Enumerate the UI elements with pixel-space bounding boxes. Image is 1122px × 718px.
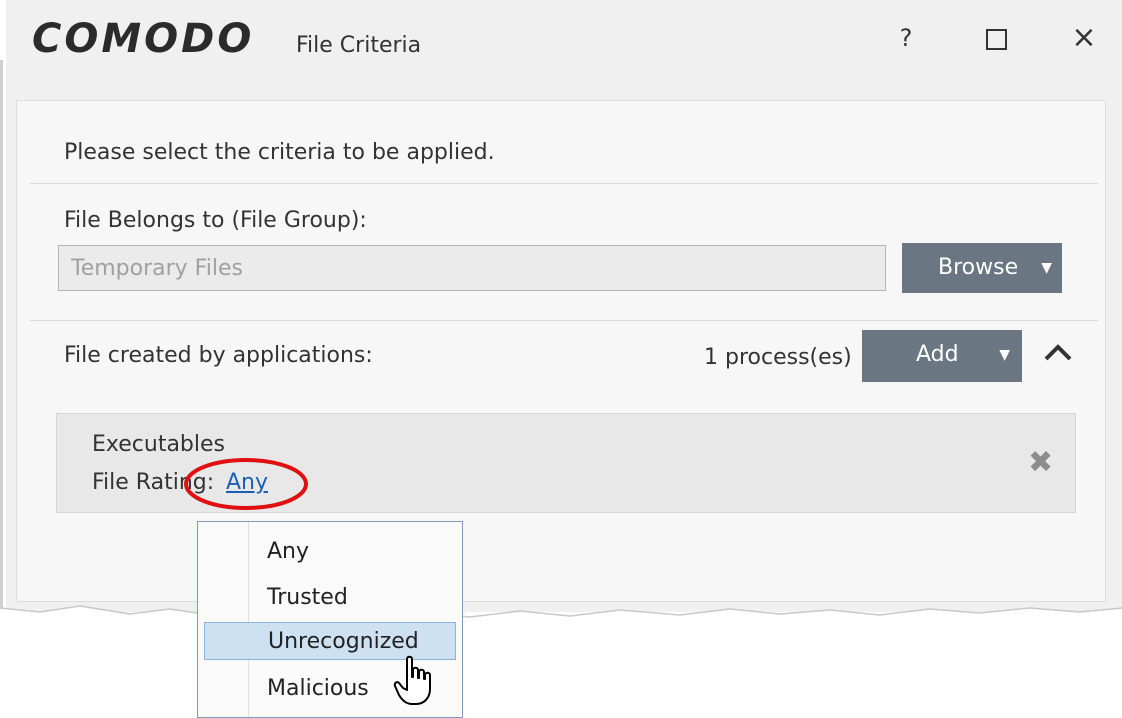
help-button[interactable]: ?	[886, 18, 926, 58]
intro-text: Please select the criteria to be applied…	[64, 140, 495, 165]
dropdown-caret-icon: ▼	[1041, 260, 1052, 276]
add-label: Add	[916, 342, 959, 367]
file-group-label: File Belongs to (File Group):	[64, 208, 367, 233]
dropdown-caret-icon: ▼	[999, 347, 1010, 363]
maximize-icon	[985, 29, 1007, 50]
close-icon: ×	[1071, 20, 1097, 55]
file-rating-link[interactable]: Any	[226, 470, 268, 495]
title-bar: COMODO File Criteria ? ×	[6, 0, 1122, 90]
application-entry	[56, 413, 1076, 513]
menu-item-trusted[interactable]: Trusted	[204, 579, 456, 617]
chevron-up-icon[interactable]	[1040, 335, 1076, 371]
application-name: Executables	[92, 432, 225, 457]
dialog-title: File Criteria	[296, 33, 422, 58]
hand-cursor-icon	[393, 655, 431, 705]
file-group-field[interactable]	[58, 245, 886, 291]
menu-item-label: Any	[267, 539, 310, 564]
background-window-edge	[0, 60, 3, 620]
menu-item-label: Unrecognized	[268, 629, 419, 654]
file-rating-label: File Rating:	[92, 470, 215, 495]
browse-button[interactable]: Browse ▼	[902, 243, 1062, 293]
maximize-button[interactable]	[976, 18, 1016, 58]
menu-item-label: Malicious	[267, 676, 369, 701]
divider	[30, 320, 1098, 321]
browse-label: Browse	[938, 255, 1019, 280]
comodo-logo: COMODO	[32, 16, 255, 62]
add-button[interactable]: Add ▼	[862, 330, 1022, 382]
apps-label: File created by applications:	[64, 343, 373, 368]
x-icon[interactable]: ✖	[1028, 448, 1053, 478]
torn-edge	[0, 605, 1122, 634]
close-button[interactable]: ×	[1064, 18, 1104, 58]
file-criteria-dialog: COMODO File Criteria ? ×	[6, 0, 1122, 612]
menu-item-label: Trusted	[267, 585, 348, 610]
divider	[30, 183, 1098, 184]
menu-item-any[interactable]: Any	[204, 533, 456, 571]
process-count: 1 process(es)	[704, 345, 852, 370]
